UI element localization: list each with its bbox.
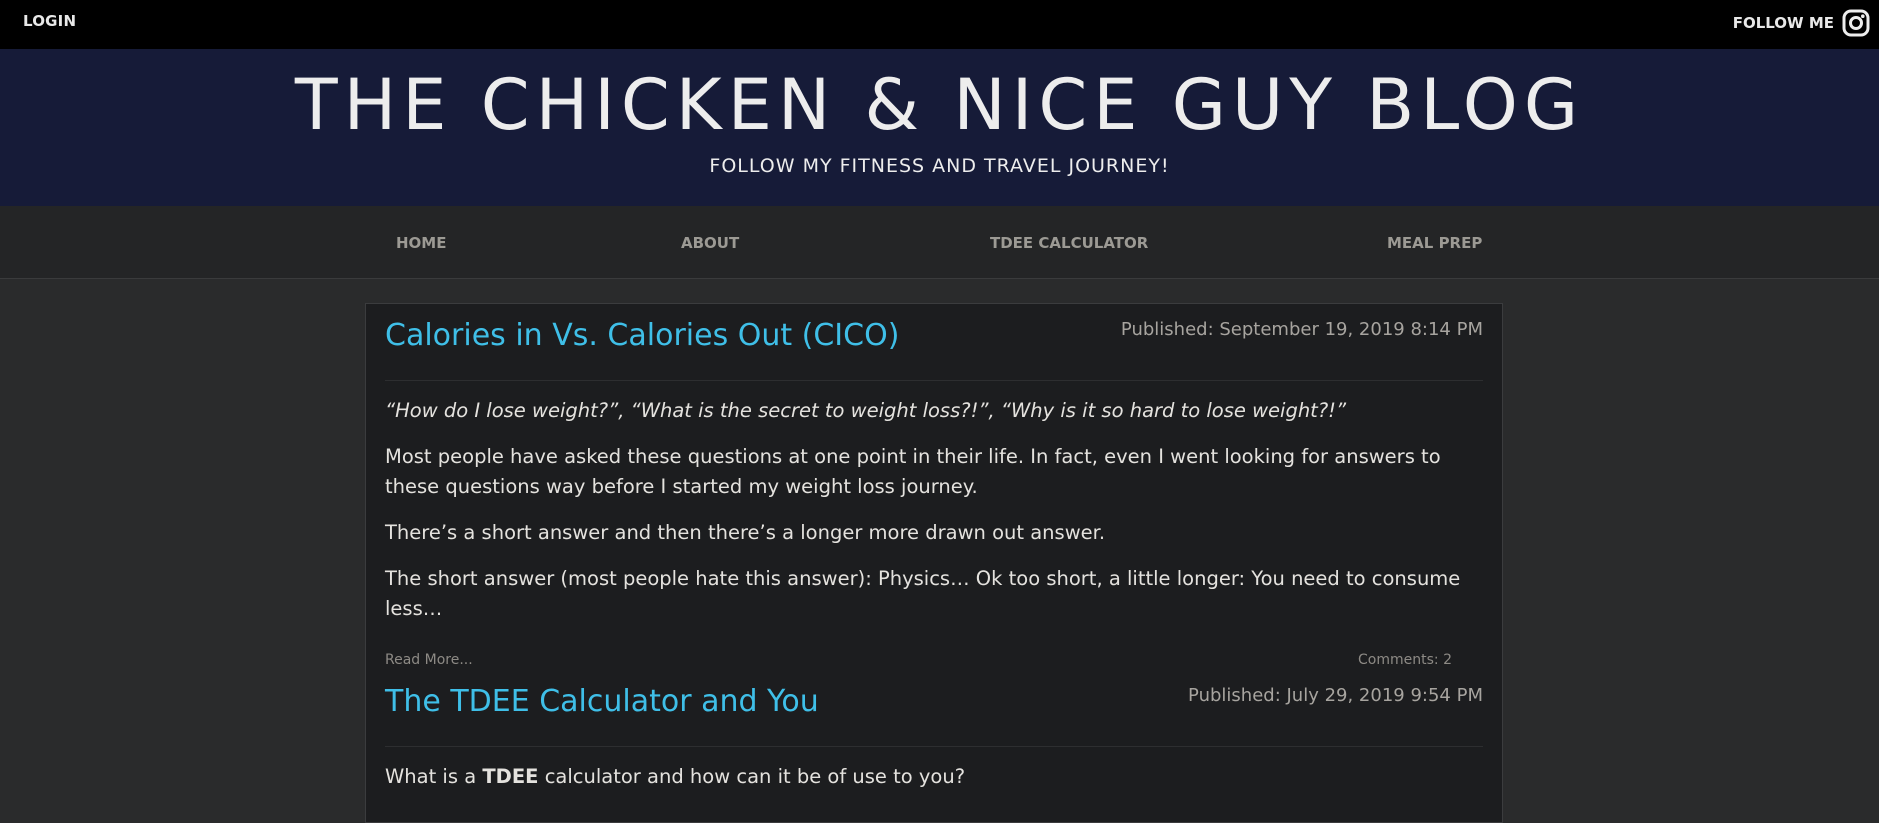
text-segment: calculator and how can it be of use to y… xyxy=(538,765,966,788)
nav-meal-prep[interactable]: MEAL PREP xyxy=(1387,234,1482,252)
read-more-link[interactable]: Read More... xyxy=(385,652,473,668)
posts-card: Calories in Vs. Calories Out (CICO) Publ… xyxy=(365,303,1503,823)
divider xyxy=(385,746,1483,747)
site-title[interactable]: THE CHICKEN & NICE GUY BLOG xyxy=(0,64,1879,146)
post-paragraph: There’s a short answer and then there’s … xyxy=(385,521,1106,544)
bold-term: TDEE xyxy=(482,765,539,788)
post-paragraph: What is a TDEE calculator and how can it… xyxy=(385,762,1485,792)
post-published-date: Published: September 19, 2019 8:14 PM xyxy=(1120,319,1483,340)
main-nav: HOME ABOUT TDEE CALCULATOR MEAL PREP xyxy=(0,206,1879,279)
nav-tdee-calculator[interactable]: TDEE CALCULATOR xyxy=(990,234,1148,252)
follow-me-link[interactable]: FOLLOW ME xyxy=(1733,9,1870,37)
post-paragraph: The short answer (most people hate this … xyxy=(385,567,1461,620)
top-bar: LOGIN FOLLOW ME xyxy=(0,0,1879,49)
follow-me-label: FOLLOW ME xyxy=(1732,14,1834,32)
post-quote: “How do I lose weight?”, “What is the se… xyxy=(385,399,1347,422)
instagram-icon[interactable] xyxy=(1842,9,1870,37)
text-segment: What is a xyxy=(385,765,483,788)
divider xyxy=(385,380,1483,381)
post-published-date: Published: July 29, 2019 9:54 PM xyxy=(1188,685,1483,706)
comments-link[interactable]: Comments: 2 xyxy=(1358,652,1452,668)
nav-about[interactable]: ABOUT xyxy=(681,234,739,252)
site-header: THE CHICKEN & NICE GUY BLOG FOLLOW MY FI… xyxy=(0,49,1879,206)
login-link[interactable]: LOGIN xyxy=(23,12,76,30)
post-title[interactable]: The TDEE Calculator and You xyxy=(385,684,819,719)
post-title[interactable]: Calories in Vs. Calories Out (CICO) xyxy=(385,318,899,353)
nav-home[interactable]: HOME xyxy=(396,234,446,252)
site-tagline: FOLLOW MY FITNESS AND TRAVEL JOURNEY! xyxy=(709,155,1170,177)
post-paragraph: Most people have asked these questions a… xyxy=(385,445,1441,498)
